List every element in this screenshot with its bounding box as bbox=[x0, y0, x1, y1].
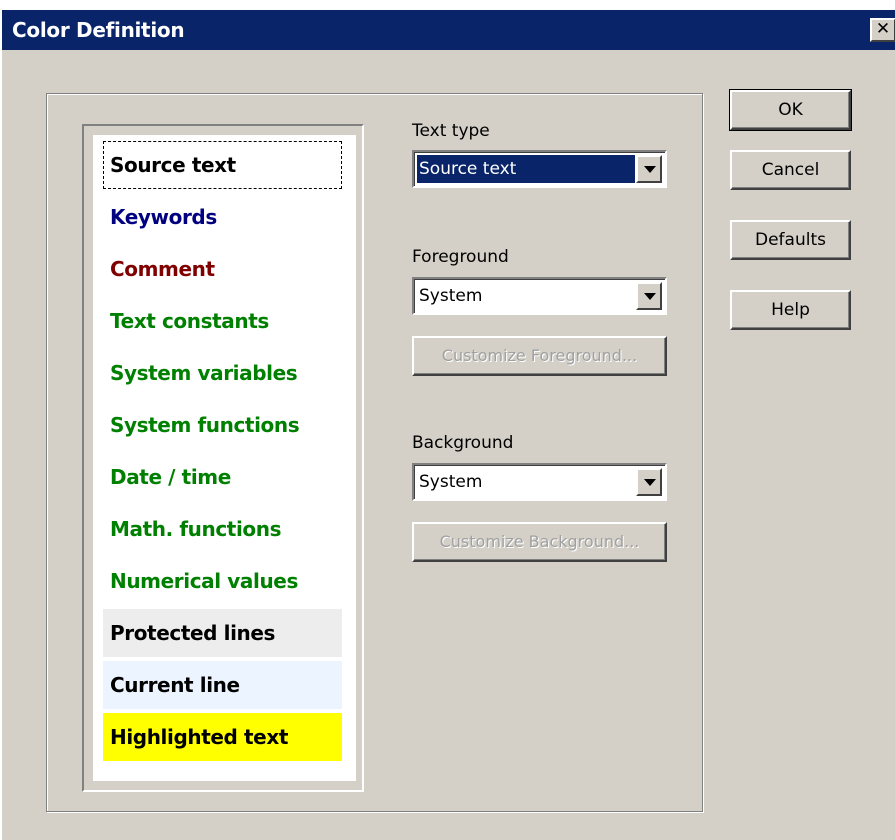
text-type-list[interactable]: Source text Keywords Comment Text consta… bbox=[93, 135, 356, 781]
defaults-button[interactable]: Defaults bbox=[730, 220, 851, 260]
text-type-select[interactable]: Source text bbox=[412, 150, 667, 188]
list-item-keywords[interactable]: Keywords bbox=[103, 193, 342, 241]
list-item-numerical-values[interactable]: Numerical values bbox=[103, 557, 342, 605]
list-item-highlighted-text[interactable]: Highlighted text bbox=[103, 713, 342, 761]
list-item-source-text[interactable]: Source text bbox=[103, 141, 342, 189]
list-item-comment[interactable]: Comment bbox=[103, 245, 342, 293]
foreground-select[interactable]: System bbox=[412, 277, 667, 315]
color-definition-dialog: Color Definition ✕ Source text Keywords … bbox=[0, 10, 895, 840]
background-select[interactable]: System bbox=[412, 463, 667, 501]
chevron-down-icon[interactable] bbox=[636, 155, 662, 183]
list-item-text-constants[interactable]: Text constants bbox=[103, 297, 342, 345]
customize-foreground-button[interactable]: Customize Foreground... bbox=[412, 336, 667, 376]
customize-background-button[interactable]: Customize Background... bbox=[412, 522, 667, 562]
list-item-math-functions[interactable]: Math. functions bbox=[103, 505, 342, 553]
help-button[interactable]: Help bbox=[730, 290, 851, 330]
chevron-down-icon[interactable] bbox=[636, 468, 662, 496]
text-type-value: Source text bbox=[417, 155, 635, 183]
background-label: Background bbox=[412, 433, 514, 453]
list-item-current-line[interactable]: Current line bbox=[103, 661, 342, 709]
chevron-down-icon[interactable] bbox=[636, 282, 662, 310]
close-icon[interactable]: ✕ bbox=[870, 18, 895, 42]
list-item-system-functions[interactable]: System functions bbox=[103, 401, 342, 449]
background-value: System bbox=[419, 472, 483, 492]
text-type-label: Text type bbox=[412, 121, 490, 141]
cancel-button[interactable]: Cancel bbox=[730, 150, 851, 190]
list-item-system-variables[interactable]: System variables bbox=[103, 349, 342, 397]
foreground-value: System bbox=[419, 286, 483, 306]
foreground-label: Foreground bbox=[412, 247, 509, 267]
dialog-title: Color Definition bbox=[12, 18, 185, 42]
list-item-date-time[interactable]: Date / time bbox=[103, 453, 342, 501]
ok-button[interactable]: OK bbox=[729, 89, 852, 131]
title-bar[interactable]: Color Definition ✕ bbox=[2, 10, 895, 50]
list-item-protected-lines[interactable]: Protected lines bbox=[103, 609, 342, 657]
